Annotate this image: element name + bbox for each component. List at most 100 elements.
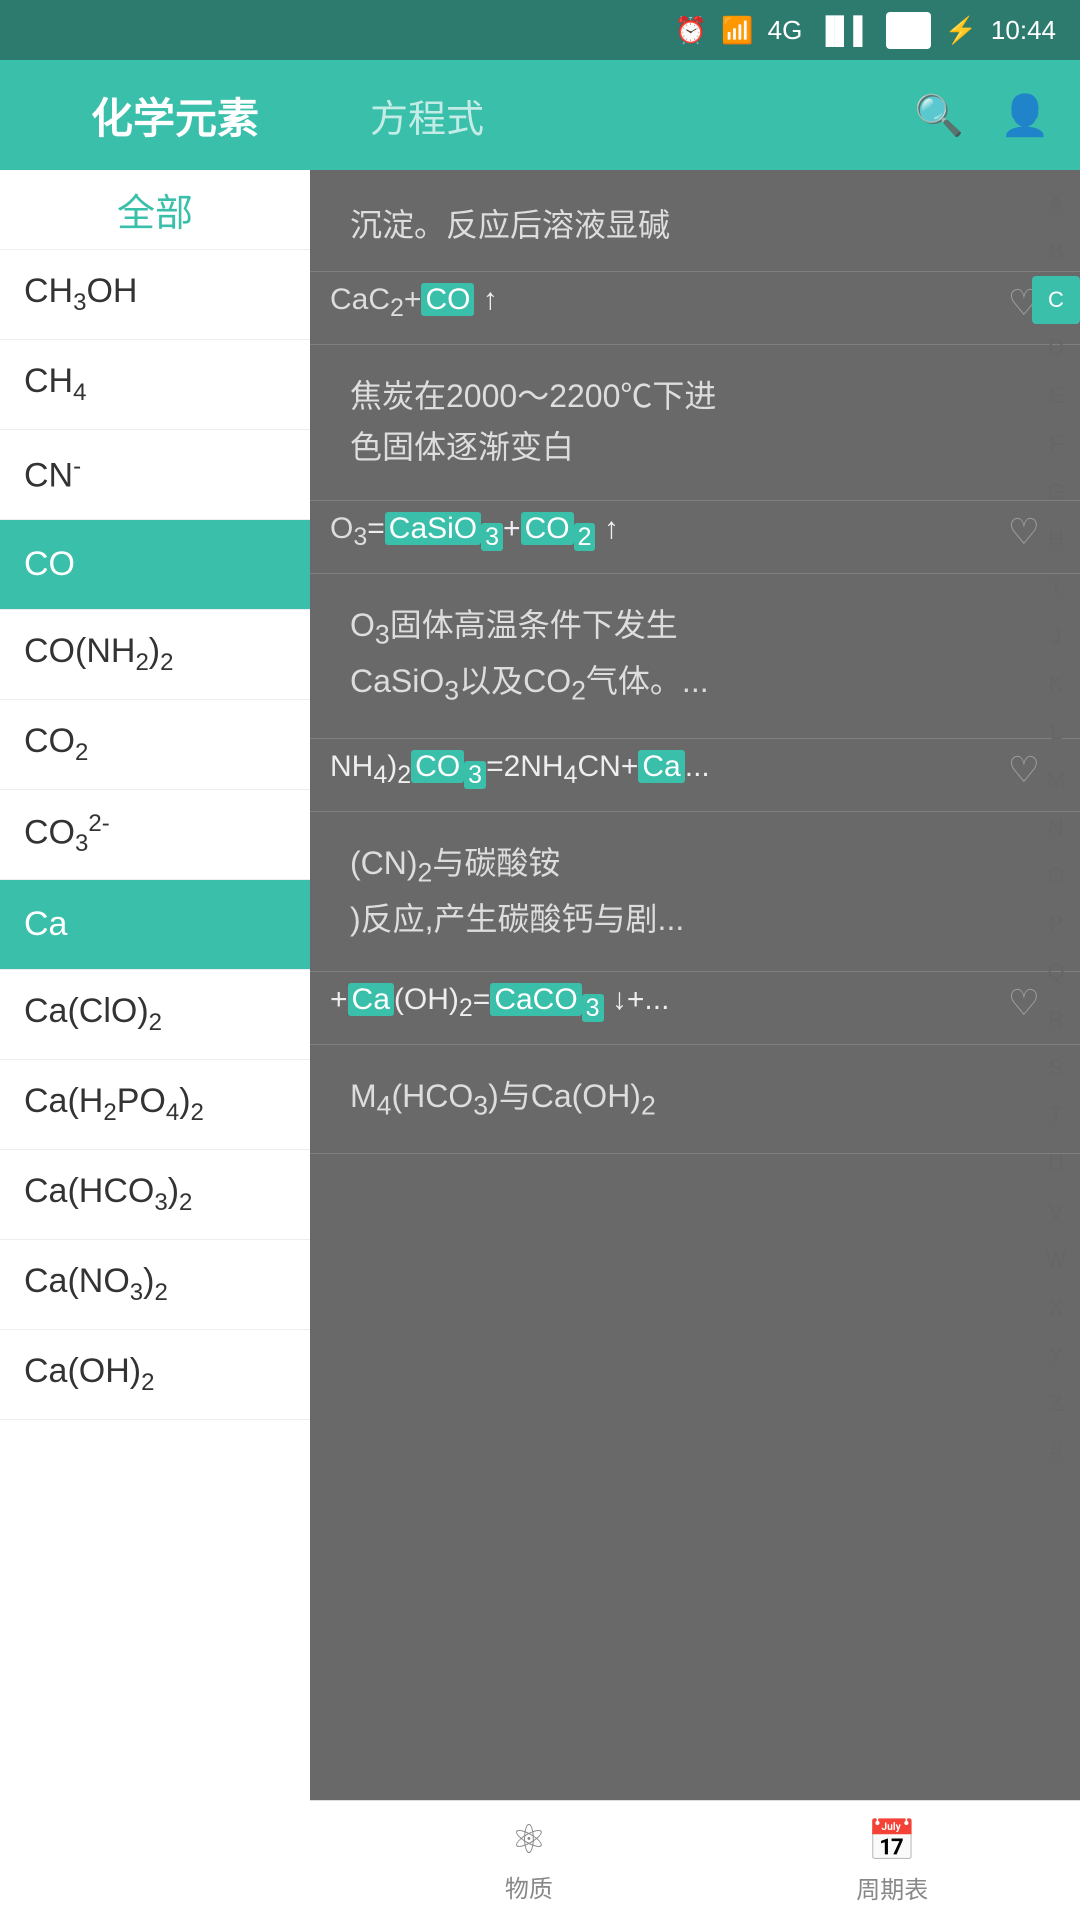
highlight-CO: CO	[421, 283, 474, 316]
equation-item-1[interactable]: 沉淀。反应后溶液显碱	[310, 170, 1080, 272]
equation-desc-3: 焦炭在2000～2200℃下进色固体逐渐变白	[330, 361, 1040, 483]
equation-item-6[interactable]: NH4)2CO3=2NH4CN+Ca... ♡	[310, 739, 1080, 812]
alphabet-index[interactable]: A B C D E F G H I J K L M N O P Q R S T …	[1032, 170, 1080, 1476]
element-label: Ca(HCO3)2	[24, 1172, 192, 1217]
alpha-G[interactable]: G	[1032, 468, 1080, 516]
element-item-CN-[interactable]: CN-	[0, 430, 310, 520]
main-content: 全部 CH3OH CH4 CN- CO CO(NH2)2 CO2 CO32-	[0, 170, 1080, 1920]
alpha-C[interactable]: C	[1032, 276, 1080, 324]
matter-icon: ⚛	[511, 1817, 547, 1863]
battery-level: 17	[886, 12, 931, 49]
alpha-O[interactable]: O	[1032, 852, 1080, 900]
element-item-CO-NH2-2[interactable]: CO(NH2)2	[0, 610, 310, 700]
equation-desc-9: M4(HCO3)与Ca(OH)2	[330, 1061, 1040, 1137]
equation-item-9[interactable]: M4(HCO3)与Ca(OH)2	[310, 1045, 1080, 1154]
alpha-X[interactable]: X	[1032, 1284, 1080, 1332]
alpha-Z[interactable]: Z	[1032, 1380, 1080, 1428]
alpha-D[interactable]: D	[1032, 324, 1080, 372]
equation-item-4[interactable]: O3=CaSiO3+CO2 ↑ ♡	[310, 501, 1080, 574]
element-item-CH4[interactable]: CH4	[0, 340, 310, 430]
header: 化学元素 方程式 🔍 👤	[0, 60, 1080, 170]
equation-formula-6: NH4)2CO3=2NH4CN+Ca...	[330, 750, 710, 790]
element-label: CH4	[24, 362, 86, 407]
user-icon[interactable]: 👤	[1000, 92, 1050, 139]
element-item-CaHCO32[interactable]: Ca(HCO3)2	[0, 1150, 310, 1240]
element-item-CaOH2[interactable]: Ca(OH)2	[0, 1330, 310, 1420]
periodic-label: 周期表	[856, 1870, 928, 1905]
alarm-icon: ⏰	[675, 15, 707, 46]
alpha-Q[interactable]: Q	[1032, 948, 1080, 996]
clock: 10:44	[991, 15, 1056, 46]
all-tab-label: 全部	[117, 182, 193, 237]
equation-formula-8: +Ca(OH)2=CaCO3 ↓+...	[330, 983, 669, 1023]
nav-item-matter[interactable]: ⚛ 物质	[505, 1817, 553, 1904]
alpha-P[interactable]: P	[1032, 900, 1080, 948]
element-item-CO[interactable]: CO	[0, 520, 310, 610]
status-bar: ⏰ 📶 4G ▐▌▌ 17 ⚡ 10:44	[0, 0, 1080, 60]
alpha-T[interactable]: T	[1032, 1092, 1080, 1140]
alpha-L[interactable]: L	[1032, 708, 1080, 756]
equation-item-3[interactable]: 焦炭在2000～2200℃下进色固体逐渐变白	[310, 345, 1080, 500]
alpha-V[interactable]: V	[1032, 1188, 1080, 1236]
equation-item-2[interactable]: CaC2+CO ↑ ♡	[310, 272, 1080, 345]
alpha-H[interactable]: H	[1032, 516, 1080, 564]
signal-label: 4G	[768, 15, 803, 46]
alpha-A[interactable]: A	[1032, 180, 1080, 228]
equation-desc-7: (CN)2与碳酸铵)反应,产生碳酸钙与剧...	[330, 828, 1040, 955]
equation-item-7[interactable]: (CN)2与碳酸铵)反应,产生碳酸钙与剧...	[310, 812, 1080, 972]
element-label: Ca	[24, 905, 67, 944]
alpha-Y[interactable]: Y	[1032, 1332, 1080, 1380]
element-label: CO(NH2)2	[24, 632, 173, 677]
alpha-U[interactable]: U	[1032, 1140, 1080, 1188]
element-label: CN-	[24, 453, 81, 495]
alpha-hash[interactable]: #	[1032, 1428, 1080, 1476]
equation-item-8[interactable]: +Ca(OH)2=CaCO3 ↓+... ♡	[310, 972, 1080, 1045]
alpha-M[interactable]: M	[1032, 756, 1080, 804]
left-panel: 全部 CH3OH CH4 CN- CO CO(NH2)2 CO2 CO32-	[0, 170, 310, 1920]
element-item-CO3-2[interactable]: CO32-	[0, 790, 310, 880]
matter-label: 物质	[505, 1869, 553, 1904]
search-icon[interactable]: 🔍	[914, 92, 964, 139]
alpha-J[interactable]: J	[1032, 612, 1080, 660]
alpha-F[interactable]: F	[1032, 420, 1080, 468]
element-item-CH3OH[interactable]: CH3OH	[0, 250, 310, 340]
signal-bars: ▐▌▌	[816, 15, 871, 46]
element-label: Ca(OH)2	[24, 1352, 154, 1397]
header-icons: 🔍 👤	[914, 92, 1080, 139]
all-tab[interactable]: 全部	[0, 170, 310, 250]
element-label: CH3OH	[24, 272, 137, 317]
element-label: CO32-	[24, 810, 110, 858]
alpha-I[interactable]: I	[1032, 564, 1080, 612]
alpha-S[interactable]: S	[1032, 1044, 1080, 1092]
alpha-W[interactable]: W	[1032, 1236, 1080, 1284]
right-panel: 沉淀。反应后溶液显碱 CaC2+CO ↑ ♡ 焦炭在2000～2200℃下进色固…	[310, 170, 1080, 1920]
element-item-CaClO2[interactable]: Ca(ClO)2	[0, 970, 310, 1060]
equation-item-5[interactable]: O3固体高温条件下发生CaSiO3以及CO2气体。...	[310, 574, 1080, 739]
equation-formula-2: CaC2+CO ↑	[330, 283, 498, 323]
battery-icon: ⚡	[945, 15, 977, 46]
equation-desc-5: O3固体高温条件下发生CaSiO3以及CO2气体。...	[330, 590, 1040, 722]
element-label: Ca(ClO)2	[24, 992, 162, 1037]
header-left: 化学元素	[0, 85, 350, 146]
element-item-CaH2PO42[interactable]: Ca(H2PO4)2	[0, 1060, 310, 1150]
element-item-Ca[interactable]: Ca	[0, 880, 310, 970]
alpha-N[interactable]: N	[1032, 804, 1080, 852]
alpha-B[interactable]: B	[1032, 228, 1080, 276]
element-label: CO2	[24, 722, 88, 767]
equation-tab[interactable]: 方程式	[370, 88, 484, 143]
element-label: Ca(NO3)2	[24, 1262, 168, 1307]
equation-desc-1: 沉淀。反应后溶液显碱	[330, 190, 1040, 261]
app-title: 化学元素	[91, 85, 259, 146]
wifi-icon: 📶	[721, 15, 753, 46]
element-item-CO2[interactable]: CO2	[0, 700, 310, 790]
header-right: 方程式 🔍 👤	[350, 88, 1080, 143]
element-label: CO	[24, 545, 75, 584]
alpha-R[interactable]: R	[1032, 996, 1080, 1044]
element-label: Ca(H2PO4)2	[24, 1082, 204, 1127]
alpha-K[interactable]: K	[1032, 660, 1080, 708]
equation-formula-4: O3=CaSiO3+CO2 ↑	[330, 512, 619, 552]
periodic-icon: 📅	[867, 1817, 917, 1864]
element-item-CaNO32[interactable]: Ca(NO3)2	[0, 1240, 310, 1330]
nav-item-periodic[interactable]: 📅 周期表	[856, 1817, 928, 1905]
alpha-E[interactable]: E	[1032, 372, 1080, 420]
